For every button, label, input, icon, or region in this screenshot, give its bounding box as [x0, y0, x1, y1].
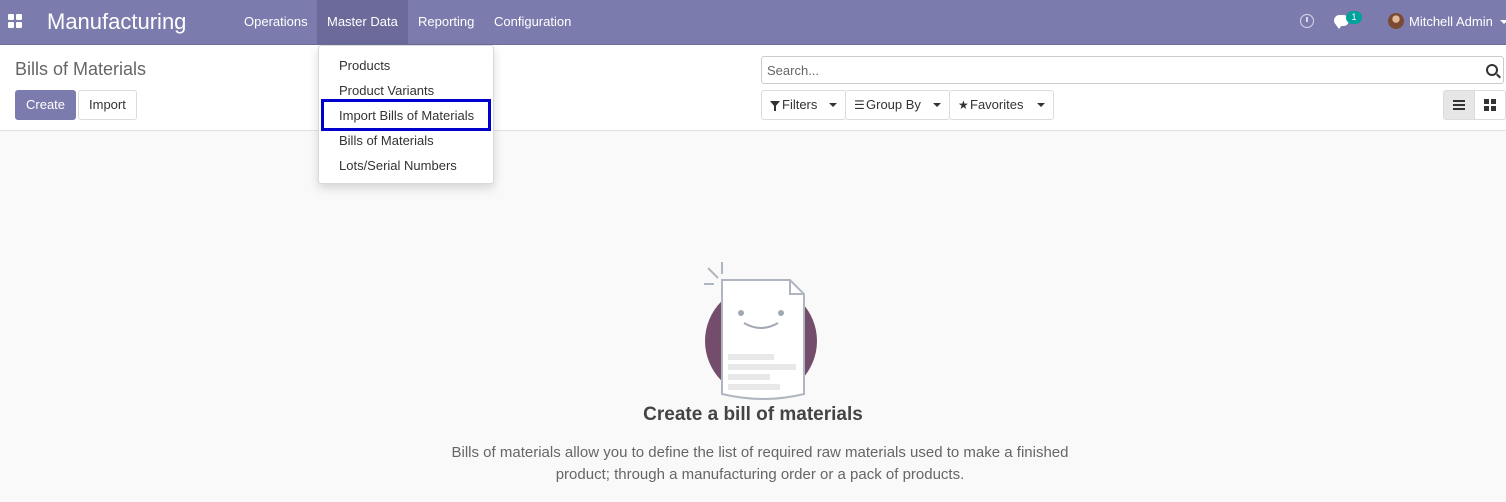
top-navbar: Manufacturing Operations Master Data Rep… — [0, 0, 1506, 45]
bars-icon: ☰ — [854, 98, 865, 112]
favorites-label: Favorites — [970, 97, 1024, 112]
list-view-button[interactable] — [1443, 90, 1475, 120]
create-button[interactable]: Create — [15, 90, 77, 120]
master-data-dropdown: Products Product Variants Import Bills o… — [318, 45, 494, 184]
group-by-button[interactable]: ☰ Group By — [845, 90, 950, 120]
page-title[interactable]: Bills of Materials — [15, 59, 146, 80]
chat-count-badge: 1 — [1346, 11, 1362, 24]
kanban-view-button[interactable] — [1474, 90, 1506, 120]
menu-configuration[interactable]: Configuration — [484, 0, 581, 44]
menu-master-data[interactable]: Master Data — [317, 0, 408, 44]
search-icon[interactable] — [1486, 64, 1498, 76]
favorites-button[interactable]: ★ Favorites — [949, 90, 1054, 120]
clock-icon[interactable] — [1300, 14, 1314, 28]
menu-item-lots-serial-numbers[interactable]: Lots/Serial Numbers — [339, 158, 457, 173]
chevron-down-icon — [933, 103, 941, 107]
menu-item-product-variants[interactable]: Product Variants — [339, 83, 434, 98]
star-icon: ★ — [958, 98, 969, 112]
apps-grid-icon[interactable] — [8, 14, 22, 28]
menu-reporting[interactable]: Reporting — [408, 0, 484, 44]
group-by-label: Group By — [866, 97, 921, 112]
chevron-down-icon — [829, 103, 837, 107]
kanban-icon — [1484, 99, 1496, 111]
chevron-down-icon — [1037, 103, 1045, 107]
empty-state-title: Create a bill of materials — [643, 404, 863, 425]
app-title[interactable]: Manufacturing — [47, 9, 186, 35]
user-menu[interactable]: Mitchell Admin — [1409, 0, 1493, 44]
control-panel: Bills of Materials Create Import Filters… — [0, 45, 1506, 131]
list-icon — [1453, 100, 1465, 110]
menu-item-products[interactable]: Products — [339, 58, 390, 73]
avatar[interactable] — [1388, 13, 1404, 29]
import-button[interactable]: Import — [78, 90, 137, 120]
chevron-down-icon[interactable] — [1500, 20, 1506, 24]
empty-document-illustration — [704, 262, 817, 400]
menu-operations[interactable]: Operations — [234, 0, 318, 44]
filters-label: Filters — [782, 97, 818, 112]
search-box — [761, 56, 1504, 84]
empty-state-description: Bills of materials allow you to define t… — [451, 444, 1069, 483]
highlight-box — [321, 99, 491, 131]
filters-button[interactable]: Filters — [761, 90, 846, 120]
filter-icon — [770, 101, 780, 111]
menu-item-bills-of-materials[interactable]: Bills of Materials — [339, 133, 434, 148]
search-input[interactable] — [767, 57, 1467, 83]
